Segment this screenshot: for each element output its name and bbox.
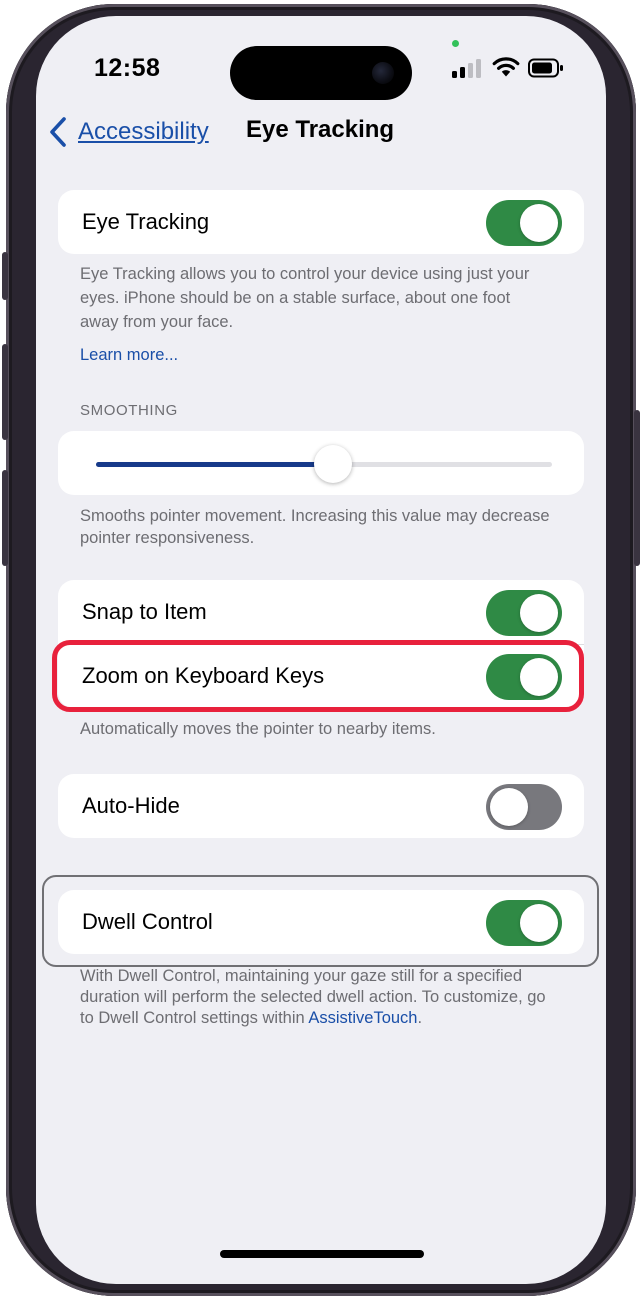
dynamic-island xyxy=(230,46,412,100)
learn-more-link[interactable]: Learn more... xyxy=(80,344,178,366)
camera-in-use-indicator xyxy=(452,40,459,47)
chevron-left-icon xyxy=(50,117,66,147)
smoothing-slider-thumb[interactable] xyxy=(314,445,353,483)
back-button[interactable]: Accessibility xyxy=(44,114,209,150)
dwell-control-footer: With Dwell Control, maintaining your gaz… xyxy=(80,966,550,1029)
back-button-label: Accessibility xyxy=(78,118,209,145)
snap-to-item-row: Snap to Item xyxy=(58,580,584,644)
camera-icon xyxy=(372,62,394,84)
auto-hide-toggle[interactable] xyxy=(486,784,562,830)
dwell-control-footer-end: . xyxy=(417,1009,423,1027)
snap-group-footer: Automatically moves the pointer to nearb… xyxy=(80,720,436,738)
assistivetouch-link[interactable]: AssistiveTouch xyxy=(308,1009,417,1027)
auto-hide-label: Auto-Hide xyxy=(82,793,180,818)
power-button xyxy=(634,410,640,566)
signal-icon xyxy=(452,58,482,78)
volume-up-button xyxy=(2,344,8,440)
screen: 12:58 Accessibility Eye Tracking Eye Tra… xyxy=(36,16,606,1284)
battery-icon xyxy=(528,58,563,78)
eye-tracking-description: Eye Tracking allows you to control your … xyxy=(80,265,530,331)
eye-tracking-toggle[interactable] xyxy=(486,200,562,246)
smoothing-slider-fill xyxy=(96,462,334,467)
volume-down-button xyxy=(2,470,8,566)
highlight-outline-red xyxy=(52,640,584,712)
status-time: 12:58 xyxy=(94,54,161,82)
snap-to-item-toggle[interactable] xyxy=(486,590,562,636)
eye-tracking-row: Eye Tracking xyxy=(58,190,584,254)
smoothing-slider[interactable] xyxy=(96,445,552,483)
smoothing-header: SMOOTHING xyxy=(80,402,178,419)
highlight-outline-grey xyxy=(42,875,599,967)
eye-tracking-label: Eye Tracking xyxy=(82,209,210,234)
smoothing-footer: Smooths pointer movement. Increasing thi… xyxy=(80,507,550,547)
snap-to-item-label: Snap to Item xyxy=(82,599,207,624)
eye-tracking-card: Eye Tracking xyxy=(58,190,584,254)
action-button xyxy=(2,252,8,300)
home-indicator[interactable] xyxy=(220,1250,424,1258)
wifi-icon xyxy=(492,57,520,77)
auto-hide-card: Auto-Hide xyxy=(58,774,584,838)
page-title: Eye Tracking xyxy=(246,116,395,143)
auto-hide-row: Auto-Hide xyxy=(58,774,584,838)
